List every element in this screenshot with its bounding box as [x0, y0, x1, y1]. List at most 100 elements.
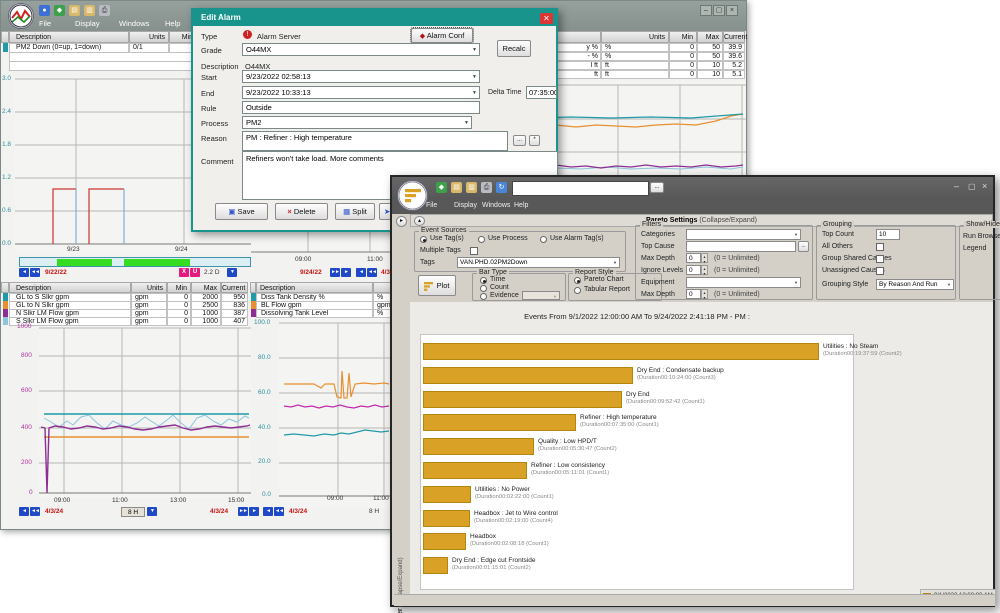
nav-step-forward-button[interactable]: ► [249, 507, 259, 516]
table3-cell[interactable]: 0 [167, 317, 191, 326]
time-range-selector[interactable]: 8 H [121, 507, 145, 517]
range-dropdown-button[interactable]: ▼ [147, 507, 157, 516]
categories-combobox[interactable]: ▼ [686, 229, 801, 240]
table2-cell[interactable]: 0 [669, 52, 697, 61]
nav-page-back-button[interactable]: ◄◄ [30, 268, 40, 277]
use-tags-label[interactable]: Use Tag(s) [430, 235, 464, 242]
reason-field[interactable]: PM : Refiner : High temperature [242, 131, 508, 151]
use-alarm-tags-label[interactable]: Use Alarm Tag(s) [550, 235, 604, 242]
tags-combobox[interactable]: VAN.PHD.02PM2Down▼ [457, 257, 620, 268]
delete-button[interactable]: × Delete [275, 203, 328, 220]
unzoom-button[interactable]: U [190, 268, 200, 277]
span-dropdown-button[interactable]: ▼ [227, 268, 237, 277]
chevron-down-icon[interactable]: ▼ [464, 117, 469, 129]
split-button[interactable]: ▦ Split [335, 203, 375, 220]
table2-header-max[interactable]: Max [697, 31, 723, 43]
nav-page-back-button[interactable]: ◄◄ [30, 507, 40, 516]
multiple-tags-checkbox[interactable] [470, 247, 478, 255]
max-depth2-spinner[interactable]: 0 [686, 289, 701, 299]
expand-right-icon[interactable]: ▸ [396, 216, 407, 227]
end-datetime-field[interactable]: 9/23/2022 10:33:13▼ [242, 86, 480, 99]
table3-header-max[interactable]: Max [191, 282, 221, 293]
table2-cell[interactable]: % [601, 43, 669, 52]
pareto-bar[interactable] [423, 343, 819, 360]
table3-cell[interactable]: 407 [221, 317, 248, 326]
process-combobox[interactable]: PM2▼ [242, 116, 472, 129]
reason-clear-button[interactable]: * [529, 135, 540, 146]
spinner-arrows[interactable]: ▴▾ [701, 253, 708, 263]
group-shared-causes-checkbox[interactable] [876, 255, 884, 263]
trend-maximize-button[interactable]: ▢ [713, 5, 725, 16]
table1-header-description[interactable]: Description [9, 31, 129, 43]
pareto-menu-display[interactable]: Display [454, 202, 477, 209]
chevron-down-icon[interactable]: ▼ [472, 87, 477, 99]
use-alarm-tags-radio[interactable] [540, 236, 547, 243]
plot-button[interactable]: Plot [418, 275, 456, 296]
bar-type-time-label[interactable]: Time [490, 276, 505, 283]
grouping-style-combobox[interactable]: By Reason And Run▼ [876, 279, 954, 290]
pareto-chart-label[interactable]: Pareto Chart [584, 276, 624, 283]
pareto-bar[interactable] [423, 391, 622, 408]
chevron-down-icon[interactable]: ▼ [613, 258, 617, 267]
nav-page-back-button[interactable]: ◄◄ [274, 507, 284, 516]
nav-step-forward-button[interactable]: ► [341, 268, 351, 277]
table2-header-units[interactable]: Units [601, 31, 669, 43]
alarm-conf-button[interactable]: ◆ Alarm Conf [411, 28, 473, 43]
grade-combobox[interactable]: O44MX▼ [242, 43, 480, 56]
pareto-titlebar[interactable]: ◆ ▤ ▥ ⎙ ↻ ... – ▢ × [392, 177, 993, 199]
edit-alarm-titlebar[interactable]: Edit Alarm [193, 10, 556, 26]
top-cause-browse-button[interactable]: ... [798, 241, 809, 252]
nav-step-back-button[interactable]: ◄ [263, 507, 273, 516]
table2-cell[interactable]: ft [601, 70, 669, 79]
trend-menu-display[interactable]: Display [75, 19, 100, 28]
use-process-label[interactable]: Use Process [488, 235, 528, 242]
table2-cell[interactable]: 10 [697, 70, 723, 79]
titlebar-search-input[interactable] [512, 181, 649, 196]
timeline-scrollbar[interactable] [19, 257, 251, 267]
trend-minimize-button[interactable]: – [700, 5, 712, 16]
table2-cell[interactable]: 50 [697, 52, 723, 61]
pareto-bar[interactable] [423, 367, 633, 384]
use-tags-radio[interactable] [420, 236, 427, 243]
nav-page-back-button[interactable]: ◄◄ [367, 268, 377, 277]
globe-icon[interactable]: ● [39, 5, 50, 16]
equipment-combobox[interactable]: ▼ [686, 277, 801, 288]
paste-icon[interactable]: ▥ [466, 182, 477, 193]
maximize-icon[interactable]: ▢ [968, 182, 976, 191]
table4-header-description[interactable]: Description [256, 282, 373, 293]
pareto-bar[interactable] [423, 438, 534, 455]
tabular-report-radio[interactable] [574, 287, 581, 294]
table2-cell[interactable]: 39.6 [723, 52, 745, 61]
save-button[interactable]: ▣ Save [215, 203, 268, 220]
table2-cell[interactable]: 5.1 [723, 70, 745, 79]
copy-icon[interactable]: ▤ [69, 5, 80, 16]
run-browser-label[interactable]: Run Browser [963, 233, 1000, 240]
pareto-menu-help[interactable]: Help [514, 202, 528, 209]
chevron-down-icon[interactable]: ▼ [794, 230, 798, 239]
copy-icon[interactable]: ▤ [451, 182, 462, 193]
nav-step-back-button[interactable]: ◄ [356, 268, 366, 277]
titlebar-browse-button[interactable]: ... [650, 182, 664, 193]
table2-cell[interactable]: ft [601, 61, 669, 70]
unassigned-causes-checkbox[interactable] [876, 267, 884, 275]
table2-cell[interactable]: 0 [669, 43, 697, 52]
reason-browse-button[interactable]: ... [513, 135, 526, 146]
spinner-arrows[interactable]: ▴▾ [701, 265, 708, 275]
recalc-button[interactable]: Recalc [497, 40, 531, 57]
pareto-bar[interactable] [423, 414, 576, 431]
all-others-label[interactable]: All Others [822, 243, 853, 250]
table2-header-current[interactable]: Current [723, 31, 745, 43]
pareto-chart-radio[interactable] [574, 277, 581, 284]
multiple-tags-label[interactable]: Multiple Tags [420, 247, 461, 254]
bar-type-evidence-label[interactable]: Evidence [490, 292, 519, 299]
table3-cell[interactable]: 1000 [191, 317, 221, 326]
pareto-bar[interactable] [423, 462, 527, 479]
chevron-down-icon[interactable]: ▼ [794, 278, 798, 287]
rule-field[interactable]: Outside [242, 101, 480, 114]
pareto-bar[interactable] [423, 557, 448, 574]
close-icon[interactable]: × [982, 181, 987, 191]
all-others-checkbox[interactable] [876, 243, 884, 251]
start-datetime-field[interactable]: 9/23/2022 02:58:13▼ [242, 70, 480, 83]
table3-header-min[interactable]: Min [167, 282, 191, 293]
nav-step-back-button[interactable]: ◄ [19, 268, 29, 277]
